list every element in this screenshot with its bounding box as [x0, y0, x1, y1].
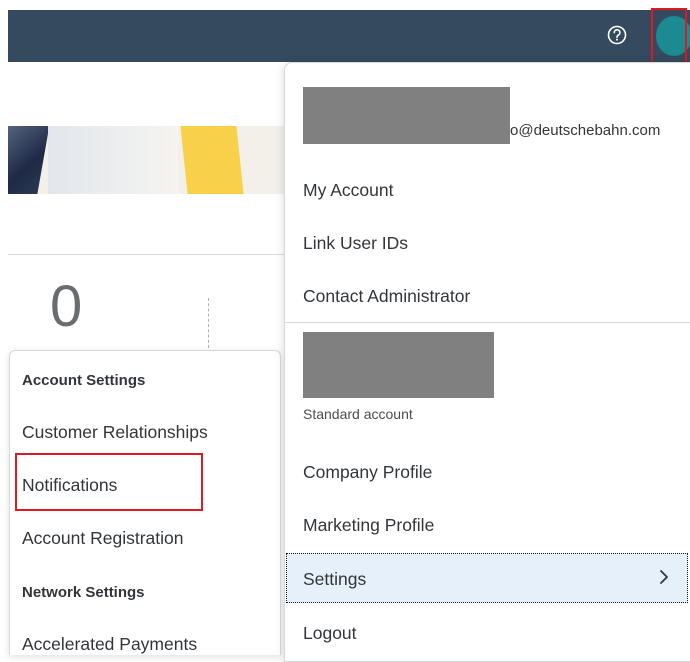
menu-item-logout[interactable]: Logout [303, 623, 357, 644]
notifications-highlight-frame [15, 453, 203, 511]
menu-item-customer-relationships[interactable]: Customer Relationships [22, 422, 208, 443]
account-type-label: Standard account [303, 406, 413, 422]
account-settings-header: Account Settings [22, 372, 146, 389]
menu-item-accelerated-payments[interactable]: Accelerated Payments [22, 634, 197, 655]
menu-item-contact-administrator[interactable]: Contact Administrator [303, 286, 470, 307]
menu-item-marketing-profile[interactable]: Marketing Profile [303, 515, 434, 536]
menu-item-account-registration[interactable]: Account Registration [22, 528, 183, 549]
content-divider [8, 254, 288, 255]
menu-item-my-account[interactable]: My Account [303, 180, 393, 201]
tile-separator [208, 298, 209, 348]
menu-item-company-profile[interactable]: Company Profile [303, 462, 432, 483]
shell-bar [8, 10, 690, 62]
help-icon[interactable] [606, 24, 628, 46]
menu-separator [285, 322, 690, 323]
menu-item-settings[interactable]: Settings [303, 569, 366, 590]
network-settings-header: Network Settings [22, 584, 145, 601]
redacted-user-name [303, 87, 510, 144]
chevron-right-icon [660, 570, 668, 584]
tile-count: 0 [50, 274, 83, 339]
menu-item-link-user-ids[interactable]: Link User IDs [303, 233, 408, 254]
user-email: o@deutschebahn.com [510, 122, 661, 139]
hero-banner-image [8, 126, 298, 194]
redacted-company-name [303, 332, 494, 398]
